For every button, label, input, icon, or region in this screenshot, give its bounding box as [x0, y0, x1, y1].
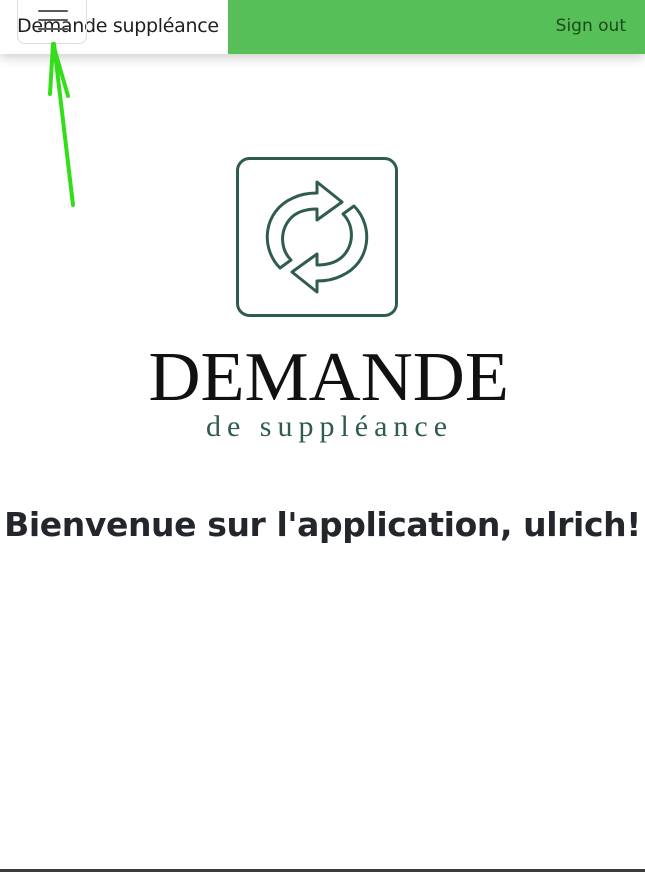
navbar: Demande suppléance Sign out — [0, 0, 645, 54]
page: Demande suppléance Sign out DEMANDE de s… — [0, 0, 645, 872]
menu-toggle-button[interactable] — [17, 0, 87, 44]
logo-wordmark: DEMANDE — [148, 339, 509, 416]
navbar-brand-area: Demande suppléance — [0, 0, 228, 54]
navbar-green-section: Sign out — [228, 0, 645, 54]
logo-subtitle: de suppléance — [205, 410, 454, 443]
refresh-arrows-icon — [236, 157, 398, 317]
hamburger-menu-icon — [38, 10, 68, 30]
welcome-heading: Bienvenue sur l'application, ulrich! — [4, 505, 641, 544]
sign-out-link[interactable]: Sign out — [556, 16, 626, 36]
